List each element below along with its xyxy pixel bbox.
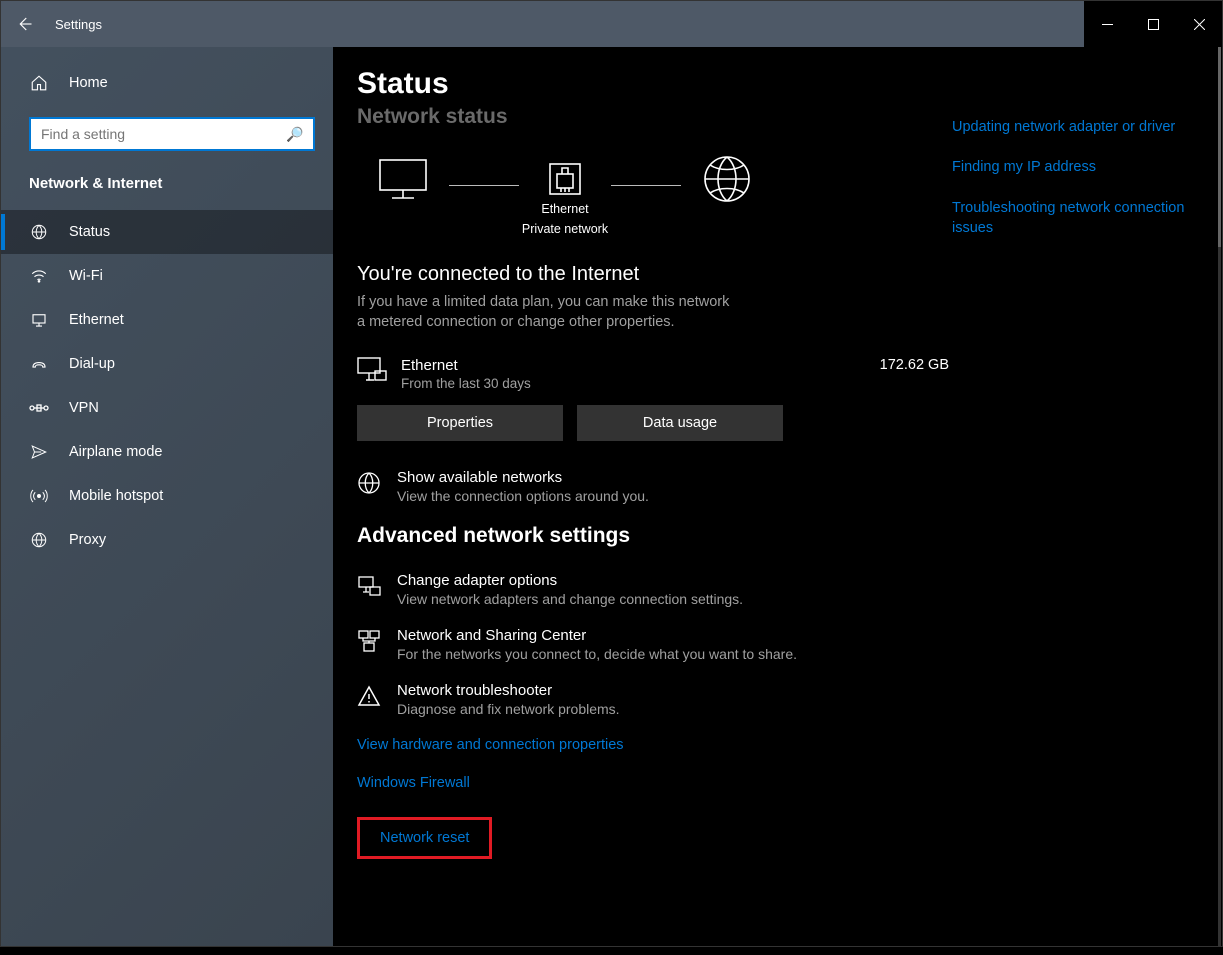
page-title: Status (357, 67, 949, 101)
sidebar-item-airplane[interactable]: Airplane mode (1, 430, 333, 474)
globe-icon (357, 471, 381, 495)
show-networks-item[interactable]: Show available networks View the connect… (357, 469, 949, 504)
topology-ethernet-label: Ethernet (541, 202, 588, 216)
adapter-title: Change adapter options (397, 572, 949, 589)
pc-net-icon (357, 357, 387, 383)
ethernet-port-icon (548, 162, 582, 196)
window-title: Settings (55, 17, 102, 32)
sidebar: Home 🔍 Network & Internet Status Wi-Fi E… (1, 47, 333, 946)
connection-sub: From the last 30 days (401, 376, 949, 391)
back-button[interactable] (1, 1, 47, 47)
sidebar-item-label: Wi-Fi (69, 268, 103, 284)
close-button[interactable] (1176, 1, 1222, 47)
sidebar-item-dialup[interactable]: Dial-up (1, 342, 333, 386)
close-icon (1194, 19, 1205, 30)
maximize-button[interactable] (1130, 1, 1176, 47)
home-button[interactable]: Home (1, 61, 333, 105)
related-link-adapter[interactable]: Updating network adapter or driver (952, 117, 1192, 137)
vpn-icon (29, 398, 49, 418)
sidebar-item-label: Status (69, 224, 110, 240)
dialup-icon (29, 354, 49, 374)
sharing-sub: For the networks you connect to, decide … (397, 646, 949, 662)
troubleshooter-title: Network troubleshooter (397, 682, 949, 699)
pc-icon (378, 158, 428, 200)
hotspot-icon (29, 486, 49, 506)
sidebar-item-hotspot[interactable]: Mobile hotspot (1, 474, 333, 518)
home-icon (29, 73, 49, 93)
proxy-icon (29, 530, 49, 550)
adapter-icon (357, 574, 381, 598)
properties-button[interactable]: Properties (357, 405, 563, 441)
ethernet-icon (29, 310, 49, 330)
change-adapter-item[interactable]: Change adapter options View network adap… (357, 572, 949, 607)
show-networks-title: Show available networks (397, 469, 949, 486)
airplane-icon (29, 442, 49, 462)
sidebar-item-proxy[interactable]: Proxy (1, 518, 333, 562)
search-input[interactable] (41, 126, 286, 142)
related-links: Updating network adapter or driver Findi… (952, 117, 1192, 238)
arrow-left-icon (15, 15, 33, 33)
sidebar-item-label: VPN (69, 400, 99, 416)
page-subtitle: Network status (357, 105, 949, 129)
topology-ethernet-sub: Private network (522, 222, 608, 236)
troubleshooter-sub: Diagnose and fix network problems. (397, 701, 949, 717)
titlebar: Settings (1, 1, 1222, 47)
settings-window: Settings Home 🔍 Network & Internet (0, 0, 1223, 947)
sidebar-item-label: Proxy (69, 532, 106, 548)
category-heading: Network & Internet (1, 169, 333, 210)
internet-globe-icon (703, 155, 751, 203)
minimize-icon (1102, 19, 1113, 30)
connection-name: Ethernet (401, 357, 949, 374)
home-label: Home (69, 75, 108, 91)
connection-usage: 172.62 GB (880, 357, 949, 373)
firewall-link[interactable]: Windows Firewall (357, 775, 949, 791)
sidebar-item-ethernet[interactable]: Ethernet (1, 298, 333, 342)
show-networks-sub: View the connection options around you. (397, 488, 949, 504)
scrollbar-thumb[interactable] (1218, 47, 1221, 247)
network-reset-link[interactable]: Network reset (357, 817, 492, 859)
sidebar-item-label: Mobile hotspot (69, 488, 163, 504)
sidebar-item-wifi[interactable]: Wi-Fi (1, 254, 333, 298)
related-link-ip[interactable]: Finding my IP address (952, 157, 1192, 177)
main-panel: Status Network status Ethernet Private n… (333, 47, 1222, 946)
share-icon (357, 629, 381, 653)
hardware-link[interactable]: View hardware and connection properties (357, 737, 949, 753)
warn-icon (357, 684, 381, 708)
maximize-icon (1148, 19, 1159, 30)
connection-row: Ethernet From the last 30 days 172.62 GB (357, 357, 949, 391)
minimize-button[interactable] (1084, 1, 1130, 47)
advanced-heading: Advanced network settings (357, 524, 949, 548)
connected-body: If you have a limited data plan, you can… (357, 292, 737, 333)
connected-heading: You're connected to the Internet (357, 263, 949, 286)
adapter-sub: View network adapters and change connect… (397, 591, 949, 607)
sidebar-item-status[interactable]: Status (1, 210, 333, 254)
search-input-wrap[interactable]: 🔍 (29, 117, 315, 151)
sidebar-item-label: Ethernet (69, 312, 124, 328)
sidebar-item-vpn[interactable]: VPN (1, 386, 333, 430)
sharing-title: Network and Sharing Center (397, 627, 949, 644)
sharing-center-item[interactable]: Network and Sharing Center For the netwo… (357, 627, 949, 662)
scrollbar[interactable] (1218, 47, 1221, 946)
data-usage-button[interactable]: Data usage (577, 405, 783, 441)
wifi-icon (29, 266, 49, 286)
search-icon: 🔍 (286, 126, 303, 143)
sidebar-item-label: Dial-up (69, 356, 115, 372)
network-topology: Ethernet Private network (357, 155, 949, 243)
sidebar-item-label: Airplane mode (69, 444, 163, 460)
globe-icon (29, 222, 49, 242)
troubleshooter-item[interactable]: Network troubleshooter Diagnose and fix … (357, 682, 949, 717)
related-link-troubleshoot[interactable]: Troubleshooting network connection issue… (952, 198, 1192, 239)
